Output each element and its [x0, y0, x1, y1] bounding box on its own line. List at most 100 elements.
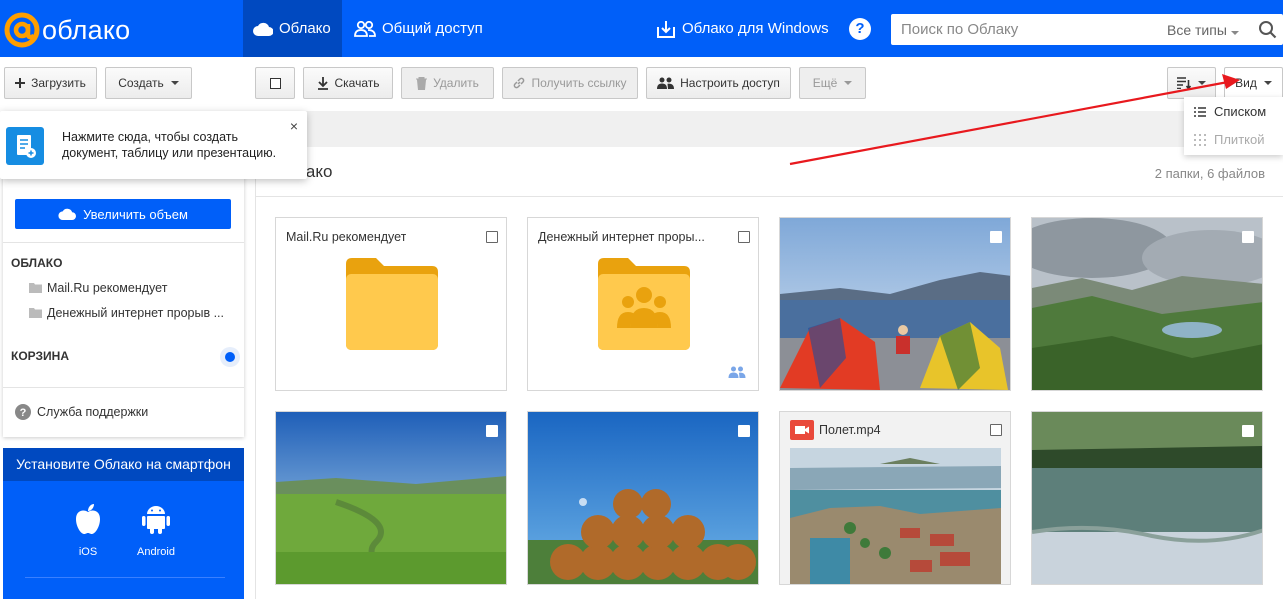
folder-icon [29, 308, 42, 318]
select-all-checkbox[interactable] [255, 67, 295, 99]
increase-storage-label: Увеличить объем [83, 206, 188, 222]
photo-tile-lake[interactable] [1031, 411, 1263, 585]
photo-tile-haybales[interactable] [527, 411, 759, 585]
shared-icon [728, 366, 746, 378]
search-type-select[interactable]: Все типы [1167, 22, 1239, 38]
sidebar-heading-cloud[interactable]: ОБЛАКО [11, 256, 62, 270]
trash-indicator [220, 347, 240, 367]
tab-cloud[interactable]: Облако [243, 0, 342, 57]
divider [25, 577, 225, 578]
tile-checkbox[interactable] [1242, 231, 1254, 243]
toolbar: Загрузить Создать Скачать Удалить Получи… [0, 57, 1283, 109]
sidebar-folder-label: Mail.Ru рекомендует [47, 281, 168, 295]
create-hint-tooltip: Нажмите сюда, чтобы создать документ, та… [0, 111, 307, 179]
android-icon [142, 506, 170, 534]
view-label: Вид [1235, 76, 1257, 90]
grid-icon [1194, 133, 1206, 146]
video-tile-flight[interactable]: Полет.mp4 [779, 411, 1011, 585]
svg-text:?: ? [20, 407, 27, 419]
at-logo-icon [4, 12, 40, 48]
breadcrumb-strip [255, 111, 1283, 147]
photo-tile-meadow[interactable] [275, 411, 507, 585]
tile-checkbox[interactable] [1242, 425, 1254, 437]
increase-storage-button[interactable]: Увеличить объем [15, 199, 231, 229]
sidebar-folder-label: Денежный интернет прорыв ... [47, 306, 224, 320]
sidebar-heading-trash[interactable]: КОРЗИНА [11, 349, 69, 363]
support-link[interactable]: ? Служба поддержки [15, 404, 148, 420]
tile-name: Mail.Ru рекомендует [286, 230, 407, 244]
sidebar-folder-money[interactable]: Денежный интернет прорыв ... [29, 306, 224, 320]
shared-folder-icon [598, 258, 690, 350]
more-button[interactable]: Ещё [799, 67, 866, 99]
setup-access-button[interactable]: Настроить доступ [646, 67, 791, 99]
sort-icon [1177, 77, 1191, 89]
download-button[interactable]: Скачать [303, 67, 393, 99]
tile-checkbox[interactable] [738, 231, 750, 243]
android-label: Android [137, 546, 175, 558]
download-label: Скачать [334, 76, 380, 90]
ios-app-link[interactable]: iOS [58, 503, 118, 558]
close-icon[interactable]: × [290, 118, 298, 134]
chevron-down-icon [1230, 30, 1239, 35]
people-icon [354, 20, 376, 37]
tile-checkbox[interactable] [486, 231, 498, 243]
question-icon: ? [15, 404, 31, 420]
photo-thumbnail [1032, 218, 1262, 390]
folder-tile-mailru[interactable]: Mail.Ru рекомендует [275, 217, 507, 391]
folder-icon [346, 258, 438, 350]
search-type-label: Все типы [1167, 21, 1227, 38]
folder-tile-shared[interactable]: Денежный интернет проры... [527, 217, 759, 391]
search-input[interactable] [891, 21, 1151, 38]
apple-icon [76, 504, 100, 534]
tab-shared-label: Общий доступ [382, 20, 483, 37]
windows-app-label: Облако для Windows [682, 20, 829, 37]
ios-label: iOS [78, 546, 98, 558]
photo-thumbnail [1032, 412, 1262, 584]
delete-label: Удалить [433, 76, 479, 90]
tab-shared[interactable]: Общий доступ [344, 0, 493, 57]
view-tiles-option[interactable]: Плиткой [1194, 132, 1264, 147]
list-icon [1194, 106, 1206, 117]
divider [3, 387, 244, 388]
view-button[interactable]: Вид [1224, 67, 1283, 99]
create-button[interactable]: Создать [105, 67, 192, 99]
link-icon [514, 77, 525, 89]
delete-button[interactable]: Удалить [401, 67, 494, 99]
divider [255, 196, 1283, 197]
mobile-app-promo: Установите Облако на смартфон iOS Androi… [3, 448, 244, 599]
photo-thumbnail [276, 412, 506, 584]
new-document-icon [6, 127, 44, 165]
chevron-down-icon [1198, 81, 1206, 85]
download-box-icon [657, 20, 675, 38]
tile-checkbox[interactable] [990, 231, 1002, 243]
get-link-label: Получить ссылку [531, 76, 627, 90]
promo-title: Установите Облако на смартфон [3, 448, 244, 481]
view-list-option[interactable]: Списком [1194, 104, 1266, 119]
view-list-label: Списком [1214, 104, 1267, 119]
sort-button[interactable] [1167, 67, 1216, 99]
help-icon[interactable]: ? [849, 18, 871, 40]
support-label: Служба поддержки [37, 405, 149, 419]
windows-app-link[interactable]: Облако для Windows [646, 0, 839, 57]
search-box[interactable]: Все типы [891, 14, 1283, 45]
tile-checkbox[interactable] [990, 424, 1002, 436]
logo-text: облако [42, 14, 131, 45]
photo-thumbnail [528, 412, 758, 584]
get-link-button[interactable]: Получить ссылку [502, 67, 638, 99]
divider [255, 147, 256, 599]
tile-checkbox[interactable] [486, 425, 498, 437]
sidebar-folder-mailru[interactable]: Mail.Ru рекомендует [29, 281, 167, 295]
top-bar: облако Облако Общий доступ Облако для Wi… [0, 0, 1283, 57]
checkbox-icon [269, 77, 281, 89]
view-menu: Списком Плиткой [1184, 97, 1283, 155]
android-app-link[interactable]: Android [126, 503, 186, 558]
search-icon[interactable] [1258, 20, 1277, 39]
photo-tile-mountains[interactable] [1031, 217, 1263, 391]
tab-cloud-label: Облако [279, 20, 331, 37]
setup-access-label: Настроить доступ [680, 76, 780, 90]
photo-tile-tents[interactable] [779, 217, 1011, 391]
upload-button[interactable]: Загрузить [4, 67, 97, 99]
cloud-icon [253, 22, 273, 36]
tile-checkbox[interactable] [738, 425, 750, 437]
logo[interactable]: облако [4, 12, 130, 48]
